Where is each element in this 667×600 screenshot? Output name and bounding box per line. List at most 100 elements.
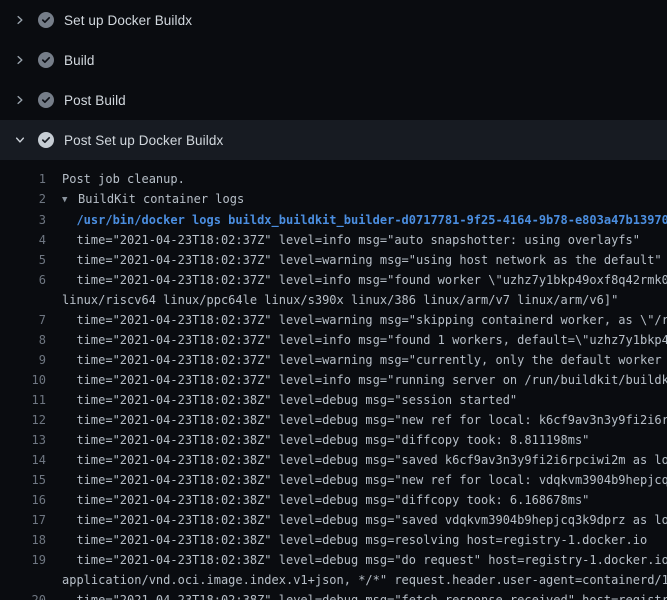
log-row: 18 time="2021-04-23T18:02:38Z" level=deb… xyxy=(0,530,667,550)
chevron-right-icon[interactable] xyxy=(13,53,27,67)
line-number[interactable]: 10 xyxy=(0,370,46,390)
line-number[interactable]: 17 xyxy=(0,510,46,530)
log-row: 20 time="2021-04-23T18:02:38Z" level=deb… xyxy=(0,590,667,600)
line-number[interactable]: 8 xyxy=(0,330,46,350)
log-line-content: time="2021-04-23T18:02:38Z" level=debug … xyxy=(46,410,667,430)
log-row: 2▼BuildKit container logs xyxy=(0,189,667,210)
log-text: time="2021-04-23T18:02:38Z" level=debug … xyxy=(62,533,647,547)
log-line-content: time="2021-04-23T18:02:38Z" level=debug … xyxy=(46,510,667,530)
log-text: application/vnd.oci.image.index.v1+json,… xyxy=(62,573,667,587)
log-row: 12 time="2021-04-23T18:02:38Z" level=deb… xyxy=(0,410,667,430)
step-section-label: Post Build xyxy=(64,93,126,108)
log-row: 9 time="2021-04-23T18:02:37Z" level=warn… xyxy=(0,350,667,370)
line-number[interactable]: 13 xyxy=(0,430,46,450)
log-line-content: time="2021-04-23T18:02:38Z" level=debug … xyxy=(46,390,517,410)
log-text: BuildKit container logs xyxy=(78,192,244,206)
line-number[interactable]: 5 xyxy=(0,250,46,270)
log-row: application/vnd.oci.image.index.v1+json,… xyxy=(0,570,667,590)
check-circle-icon xyxy=(38,92,54,108)
log-line-content: time="2021-04-23T18:02:37Z" level=info m… xyxy=(46,370,667,390)
log-text: time="2021-04-23T18:02:38Z" level=debug … xyxy=(62,453,667,467)
step-section-list: Set up Docker Buildx Build Post Build xyxy=(0,0,667,160)
line-number[interactable]: 11 xyxy=(0,390,46,410)
log-line-content: time="2021-04-23T18:02:37Z" level=info m… xyxy=(46,330,667,350)
check-circle-icon xyxy=(38,132,54,148)
collapse-triangle-icon[interactable]: ▼ xyxy=(62,190,78,210)
log-line-content: linux/riscv64 linux/ppc64le linux/s390x … xyxy=(46,290,618,310)
step-section-post-setup-docker-buildx[interactable]: Post Set up Docker Buildx xyxy=(0,120,667,160)
chevron-right-icon[interactable] xyxy=(13,13,27,27)
log-row: 17 time="2021-04-23T18:02:38Z" level=deb… xyxy=(0,510,667,530)
log-text: time="2021-04-23T18:02:38Z" level=debug … xyxy=(62,413,667,427)
log-row: 3 /usr/bin/docker logs buildx_buildkit_b… xyxy=(0,210,667,230)
log-line-content: time="2021-04-23T18:02:37Z" level=warnin… xyxy=(46,350,667,370)
step-section-label: Set up Docker Buildx xyxy=(64,13,192,28)
log-line-content: /usr/bin/docker logs buildx_buildkit_bui… xyxy=(46,210,667,230)
step-section-build[interactable]: Build xyxy=(0,40,667,80)
log-text: linux/riscv64 linux/ppc64le linux/s390x … xyxy=(62,293,618,307)
line-number[interactable]: 16 xyxy=(0,490,46,510)
chevron-right-icon[interactable] xyxy=(13,93,27,107)
log-text: time="2021-04-23T18:02:37Z" level=warnin… xyxy=(62,313,667,327)
log-text: time="2021-04-23T18:02:37Z" level=info m… xyxy=(62,373,667,387)
log-row: 4 time="2021-04-23T18:02:37Z" level=info… xyxy=(0,230,667,250)
line-number[interactable]: 4 xyxy=(0,230,46,250)
log-row: linux/riscv64 linux/ppc64le linux/s390x … xyxy=(0,290,667,310)
log-text: time="2021-04-23T18:02:38Z" level=debug … xyxy=(62,593,667,600)
line-number[interactable]: 15 xyxy=(0,470,46,490)
log-text: time="2021-04-23T18:02:37Z" level=info m… xyxy=(62,273,667,287)
log-row: 11 time="2021-04-23T18:02:38Z" level=deb… xyxy=(0,390,667,410)
line-number[interactable]: 6 xyxy=(0,270,46,290)
line-number[interactable]: 19 xyxy=(0,550,46,570)
log-line-content: time="2021-04-23T18:02:37Z" level=warnin… xyxy=(46,250,662,270)
log-text: time="2021-04-23T18:02:38Z" level=debug … xyxy=(62,473,667,487)
line-number[interactable]: 18 xyxy=(0,530,46,550)
log-text: time="2021-04-23T18:02:38Z" level=debug … xyxy=(62,493,589,507)
line-number xyxy=(0,570,46,590)
line-number[interactable]: 20 xyxy=(0,590,46,600)
log-row: 16 time="2021-04-23T18:02:38Z" level=deb… xyxy=(0,490,667,510)
workflow-job-log-panel: Set up Docker Buildx Build Post Build xyxy=(0,0,667,600)
log-row: 5 time="2021-04-23T18:02:37Z" level=warn… xyxy=(0,250,667,270)
log-row: 15 time="2021-04-23T18:02:38Z" level=deb… xyxy=(0,470,667,490)
line-number[interactable]: 3 xyxy=(0,210,46,230)
log-line-content: time="2021-04-23T18:02:37Z" level=info m… xyxy=(46,270,667,290)
line-number[interactable]: 9 xyxy=(0,350,46,370)
step-section-setup-docker-buildx[interactable]: Set up Docker Buildx xyxy=(0,0,667,40)
log-text: /usr/bin/docker logs buildx_buildkit_bui… xyxy=(62,213,667,227)
log-text: time="2021-04-23T18:02:37Z" level=warnin… xyxy=(62,353,667,367)
check-circle-icon xyxy=(38,12,54,28)
log-line-content: time="2021-04-23T18:02:37Z" level=info m… xyxy=(46,230,640,250)
log-lines: 1Post job cleanup.2▼BuildKit container l… xyxy=(0,169,667,600)
line-number[interactable]: 14 xyxy=(0,450,46,470)
chevron-down-icon[interactable] xyxy=(13,133,27,147)
log-text: time="2021-04-23T18:02:37Z" level=warnin… xyxy=(62,253,662,267)
log-line-content: time="2021-04-23T18:02:38Z" level=debug … xyxy=(46,470,667,490)
log-line-content: time="2021-04-23T18:02:38Z" level=debug … xyxy=(46,450,667,470)
line-number xyxy=(0,290,46,310)
log-text: time="2021-04-23T18:02:37Z" level=info m… xyxy=(62,233,640,247)
log-text: time="2021-04-23T18:02:38Z" level=debug … xyxy=(62,393,517,407)
step-section-post-build[interactable]: Post Build xyxy=(0,80,667,120)
log-text: time="2021-04-23T18:02:37Z" level=info m… xyxy=(62,333,667,347)
log-line-content: time="2021-04-23T18:02:38Z" level=debug … xyxy=(46,550,667,570)
line-number[interactable]: 12 xyxy=(0,410,46,430)
log-line-content: ▼BuildKit container logs xyxy=(46,189,244,210)
log-viewer: 1Post job cleanup.2▼BuildKit container l… xyxy=(0,160,667,600)
line-number[interactable]: 7 xyxy=(0,310,46,330)
log-row: 19 time="2021-04-23T18:02:38Z" level=deb… xyxy=(0,550,667,570)
line-number[interactable]: 1 xyxy=(0,169,46,189)
log-line-content: time="2021-04-23T18:02:38Z" level=debug … xyxy=(46,590,667,600)
log-line-content: time="2021-04-23T18:02:38Z" level=debug … xyxy=(46,530,647,550)
log-row: 1Post job cleanup. xyxy=(0,169,667,189)
step-section-label: Build xyxy=(64,53,95,68)
log-row: 6 time="2021-04-23T18:02:37Z" level=info… xyxy=(0,270,667,290)
log-text: time="2021-04-23T18:02:38Z" level=debug … xyxy=(62,513,667,527)
log-line-content: time="2021-04-23T18:02:37Z" level=warnin… xyxy=(46,310,667,330)
log-line-content: application/vnd.oci.image.index.v1+json,… xyxy=(46,570,667,590)
log-row: 13 time="2021-04-23T18:02:38Z" level=deb… xyxy=(0,430,667,450)
line-number[interactable]: 2 xyxy=(0,189,46,210)
log-line-content: time="2021-04-23T18:02:38Z" level=debug … xyxy=(46,490,589,510)
log-row: 7 time="2021-04-23T18:02:37Z" level=warn… xyxy=(0,310,667,330)
log-text: time="2021-04-23T18:02:38Z" level=debug … xyxy=(62,433,589,447)
